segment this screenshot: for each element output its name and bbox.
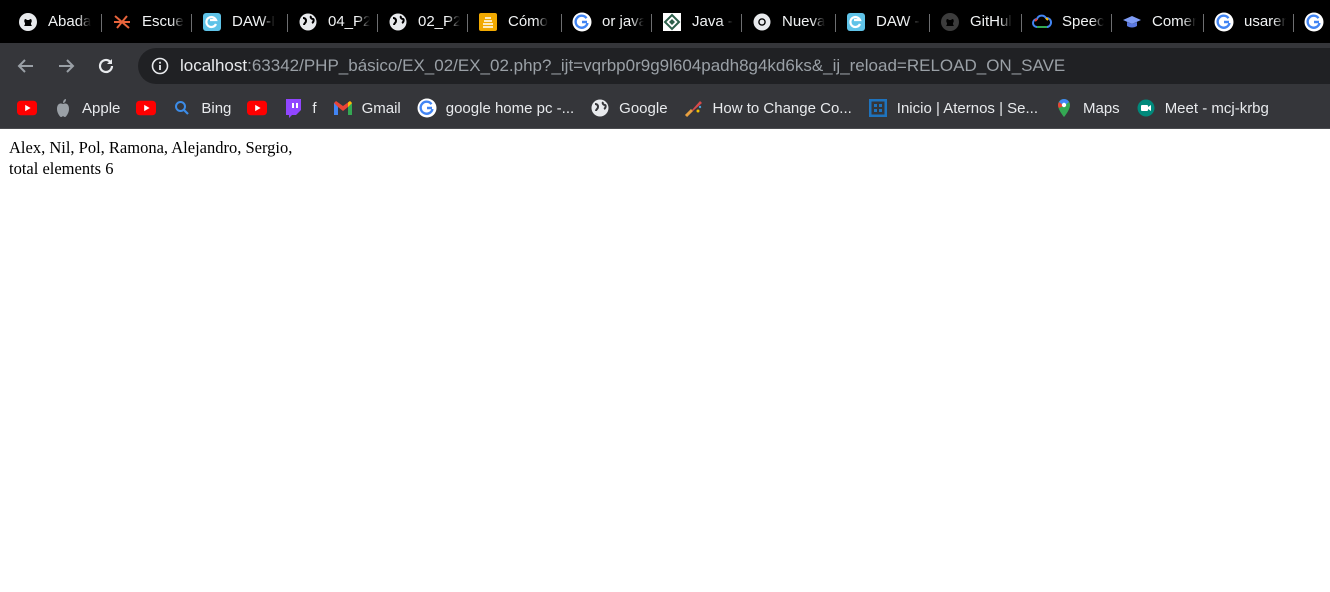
back-button[interactable] [8,48,44,84]
google-icon [1304,12,1324,32]
tab-escuela[interactable]: Escuel [102,8,192,36]
tab-or-java[interactable]: or java [562,8,652,36]
tab-04-p2[interactable]: 04_P2. [288,8,378,36]
bookmark-maps[interactable]: Maps [1047,93,1129,123]
github-icon [18,12,38,32]
globe-icon [298,12,318,32]
arrow-right-icon [59,58,75,73]
github-icon [940,12,960,32]
twitch-icon [283,98,303,118]
school-logo-icon [112,12,132,32]
bookmark-google[interactable]: Google [583,93,676,123]
bookmark-twitch[interactable]: f [276,93,325,123]
bookmark-bing[interactable]: Bing [165,93,240,123]
google-icon [417,98,437,118]
bookmark-aternos[interactable]: Inicio | Aternos | Se... [861,93,1047,123]
google-icon [1214,12,1234,32]
stackoverflow-icon [478,12,498,32]
edge-icon [202,12,222,32]
search-icon [172,98,192,118]
brush-icon [684,98,704,118]
chrome-icon [752,12,772,32]
tab-daw-i[interactable]: DAW-I [192,8,288,36]
graduation-cap-icon [1122,12,1142,32]
browser-chrome: Abada Escuel DAW-I 04_P2. 02_P2. [0,0,1330,129]
meet-icon [1136,98,1156,118]
bookmark-meet[interactable]: Meet - mcj-krbg [1129,93,1278,123]
tab-comer[interactable]: Comer [1112,8,1204,36]
reload-button[interactable] [88,48,124,84]
globe-icon [388,12,408,32]
address-bar[interactable]: localhost:63342/PHP_básico/EX_02/EX_02.p… [138,47,1330,84]
page-content: Alex, Nil, Pol, Ramona, Alejandro, Sergi… [0,129,1330,187]
bookmarks-bar: Apple Bing f Gmail google home pc -... G… [0,88,1330,129]
bookmark-how-to-change[interactable]: How to Change Co... [677,93,861,123]
gmail-icon [333,98,353,118]
url-path: :63342/PHP_básico/EX_02/EX_02.php?_ijt=v… [247,55,1066,75]
tab-speech[interactable]: Speecl [1022,8,1112,36]
tab-02-p2[interactable]: 02_P2. [378,8,468,36]
aternos-icon [868,98,888,118]
bookmark-google-home-pc[interactable]: google home pc -... [410,93,583,123]
edge-icon [846,12,866,32]
youtube-icon [136,98,157,118]
bookmark-apple[interactable]: Apple [46,93,129,123]
bookmark-youtube-1[interactable] [10,93,46,123]
toolbar: localhost:63342/PHP_básico/EX_02/EX_02.p… [0,43,1330,88]
bookmark-gmail[interactable]: Gmail [326,93,410,123]
java-site-icon [662,12,682,32]
maps-pin-icon [1054,98,1074,118]
names-list: Alex, Nil, Pol, Ramona, Alejandro, Sergi… [9,138,293,157]
bookmark-youtube-3[interactable] [240,93,276,123]
youtube-icon [247,98,268,118]
tab-google[interactable] [1294,8,1324,36]
tab-java[interactable]: Java - [652,8,742,36]
url-host: localhost [180,55,248,75]
arrow-left-icon [17,58,33,73]
info-icon[interactable] [150,56,170,76]
reload-icon [98,58,114,73]
apple-icon [53,98,73,118]
globe-icon [590,98,610,118]
tab-strip: Abada Escuel DAW-I 04_P2. 02_P2. [0,0,1330,43]
google-icon [572,12,592,32]
youtube-icon [17,98,37,118]
tab-github-abada[interactable]: Abada [8,8,102,36]
tab-usaren[interactable]: usaren [1204,8,1294,36]
total-elements-text: total elements 6 [9,159,114,178]
tab-como[interactable]: Cómo [468,8,562,36]
url-text: localhost:63342/PHP_básico/EX_02/EX_02.p… [180,56,1065,76]
google-cloud-icon [1032,12,1052,32]
tab-daw[interactable]: DAW - [836,8,930,36]
bookmark-youtube-2[interactable] [129,93,165,123]
forward-button[interactable] [48,48,84,84]
tab-github[interactable]: GitHul [930,8,1022,36]
tab-nueva[interactable]: Nueva [742,8,836,36]
